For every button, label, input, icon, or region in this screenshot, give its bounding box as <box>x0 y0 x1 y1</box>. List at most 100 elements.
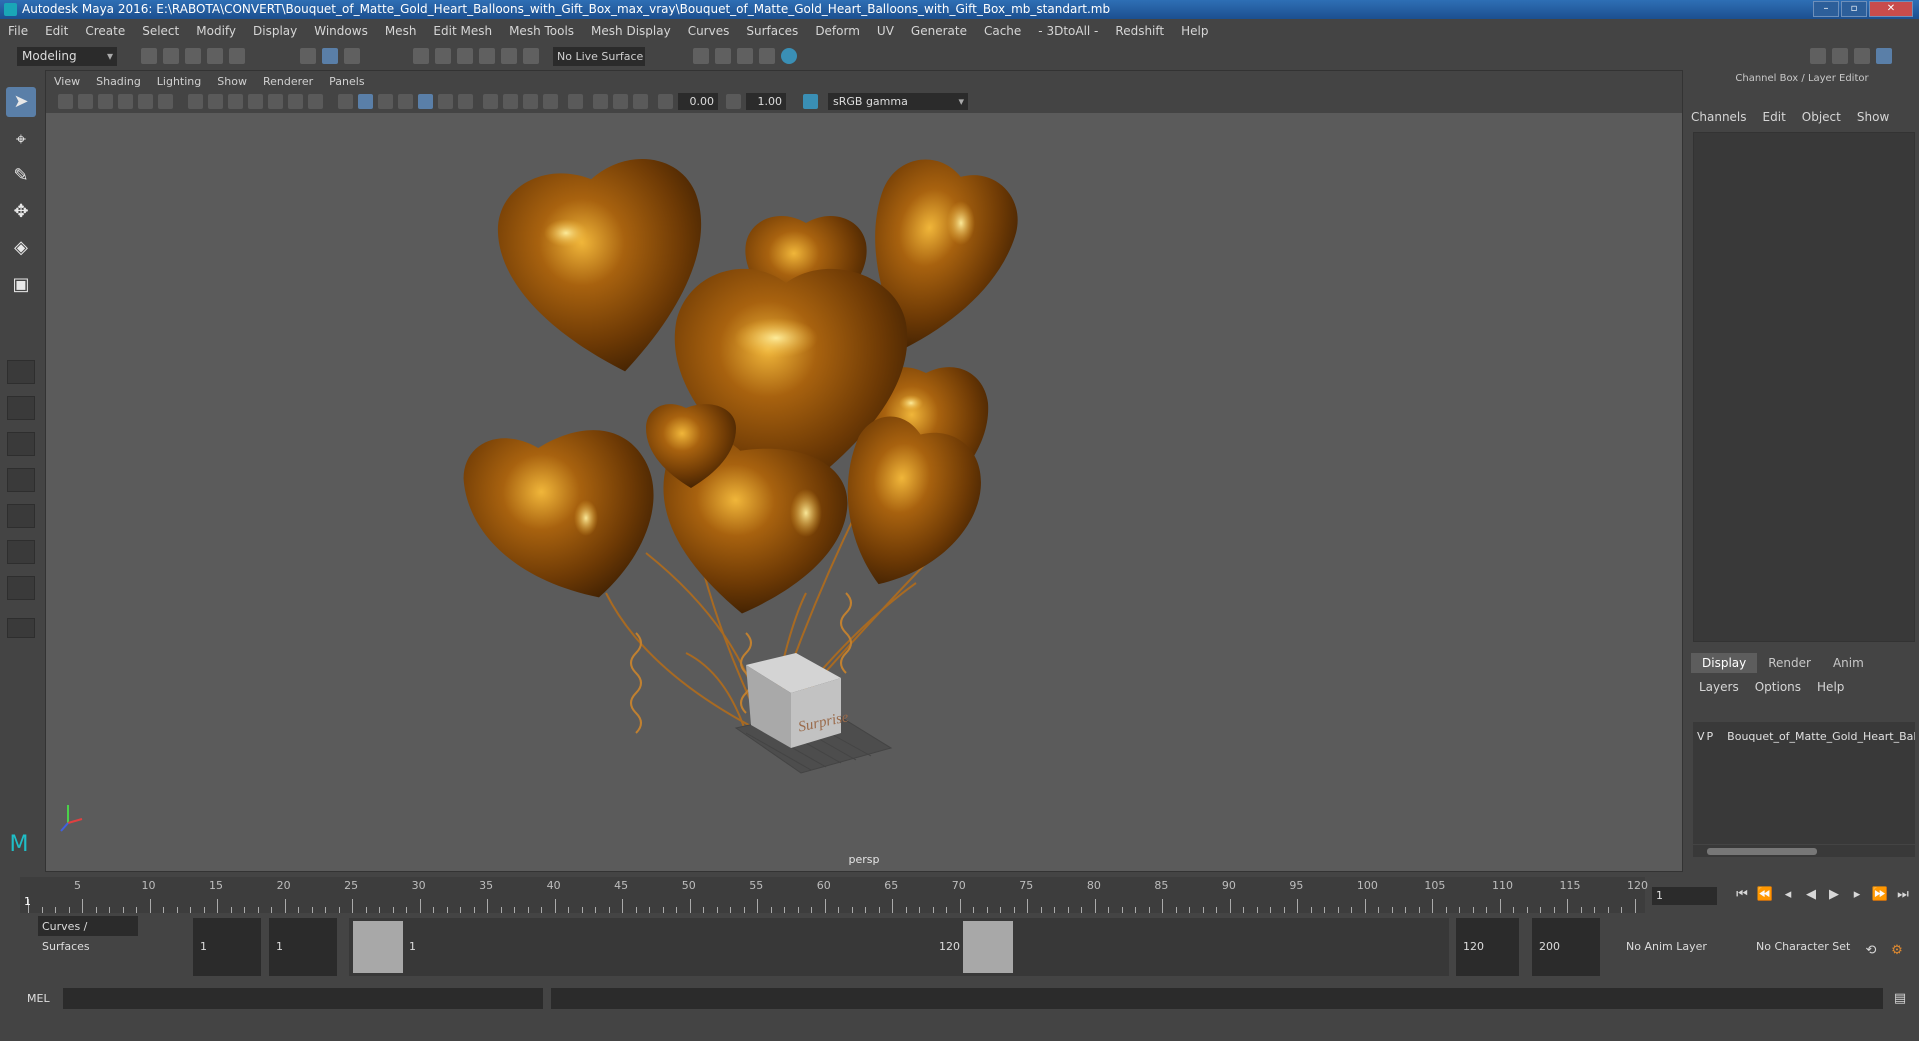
layer-visibility-toggle[interactable]: V <box>1697 730 1705 743</box>
menu-set-dropdown[interactable]: Modeling <box>17 47 117 66</box>
wireframe-on-shaded-icon[interactable] <box>398 94 413 109</box>
menu-3dtoall[interactable]: - 3DtoAll - <box>1038 24 1098 38</box>
script-language-label[interactable]: MEL <box>27 992 50 1005</box>
snap-vertex-icon[interactable] <box>523 48 539 64</box>
screen-space-ao-icon[interactable] <box>483 94 498 109</box>
isolate-select-icon[interactable] <box>568 94 583 109</box>
shadows-icon[interactable] <box>458 94 473 109</box>
menu-windows[interactable]: Windows <box>314 24 368 38</box>
layout-persp-graph-icon[interactable] <box>7 468 35 492</box>
layer-menu-options[interactable]: Options <box>1755 680 1801 694</box>
layer-scrollbar[interactable] <box>1693 845 1915 857</box>
smooth-shade-icon[interactable] <box>358 94 373 109</box>
lasso-tool-icon[interactable]: ⌖ <box>6 125 36 155</box>
vp-menu-show[interactable]: Show <box>217 75 247 88</box>
character-set-dropdown[interactable]: No Character Set <box>1750 918 1870 976</box>
menu-create[interactable]: Create <box>85 24 125 38</box>
menu-modify[interactable]: Modify <box>196 24 236 38</box>
snap-view-plane-icon[interactable] <box>479 48 495 64</box>
select-tool-icon[interactable]: ➤ <box>6 87 36 117</box>
menu-deform[interactable]: Deform <box>815 24 860 38</box>
step-back-key-icon[interactable]: ⏪ <box>1756 886 1774 904</box>
field-chart-icon[interactable] <box>268 94 283 109</box>
vp-menu-shading[interactable]: Shading <box>96 75 141 88</box>
depth-of-field-icon[interactable] <box>543 94 558 109</box>
layout-side-by-side-icon[interactable] <box>7 432 35 456</box>
collapse-toolbox-icon[interactable] <box>7 618 35 638</box>
scale-tool-icon[interactable]: ▣ <box>6 270 36 300</box>
range-slider-track[interactable]: 1 120 <box>349 918 1449 976</box>
menu-cache[interactable]: Cache <box>984 24 1021 38</box>
shelf-tab-dropdown[interactable]: Curves / Surfaces <box>38 916 138 953</box>
layer-menu-layers[interactable]: Layers <box>1699 680 1739 694</box>
menu-file[interactable]: File <box>8 24 28 38</box>
menu-edit[interactable]: Edit <box>45 24 68 38</box>
snap-live-icon[interactable] <box>501 48 517 64</box>
film-gate-icon[interactable] <box>208 94 223 109</box>
menu-mesh[interactable]: Mesh <box>385 24 417 38</box>
bookmark-icon[interactable] <box>98 94 113 109</box>
snap-point-icon[interactable] <box>457 48 473 64</box>
gamma-icon[interactable] <box>726 94 741 109</box>
menu-surfaces[interactable]: Surfaces <box>746 24 798 38</box>
vp-menu-panels[interactable]: Panels <box>329 75 364 88</box>
end-time-field[interactable]: 200 <box>1532 918 1600 976</box>
xray-icon[interactable] <box>593 94 608 109</box>
vp-menu-view[interactable]: View <box>54 75 80 88</box>
camera-attributes-icon[interactable] <box>78 94 93 109</box>
layout-four-icon[interactable] <box>7 396 35 420</box>
go-to-end-icon[interactable]: ⏭ <box>1894 886 1912 904</box>
snap-curve-icon[interactable] <box>435 48 451 64</box>
new-scene-icon[interactable] <box>141 48 157 64</box>
grease-pencil-icon[interactable] <box>158 94 173 109</box>
xray-joints-icon[interactable] <box>633 94 648 109</box>
playback-start-field[interactable]: 1 <box>269 918 337 976</box>
live-surface-field[interactable]: No Live Surface <box>553 47 645 66</box>
paint-select-tool-icon[interactable]: ✎ <box>6 161 36 191</box>
menu-help[interactable]: Help <box>1181 24 1208 38</box>
view-transform-dropdown[interactable]: sRGB gamma <box>828 93 968 110</box>
modeling-toolkit-icon[interactable] <box>1810 48 1826 64</box>
range-end-handle[interactable] <box>963 921 1013 973</box>
layout-extra-icon[interactable] <box>7 576 35 600</box>
play-backward-icon[interactable]: ◀ <box>1802 886 1820 904</box>
default-material-icon[interactable] <box>378 94 393 109</box>
tab-render[interactable]: Render <box>1757 653 1822 673</box>
select-by-object-icon[interactable] <box>322 48 338 64</box>
select-by-hierarchy-icon[interactable] <box>300 48 316 64</box>
redo-icon[interactable] <box>229 48 245 64</box>
undo-icon[interactable] <box>207 48 223 64</box>
cb-menu-show[interactable]: Show <box>1857 110 1889 124</box>
menu-edit-mesh[interactable]: Edit Mesh <box>433 24 492 38</box>
open-scene-icon[interactable] <box>163 48 179 64</box>
layout-persp-outliner-icon[interactable] <box>7 504 35 528</box>
maximize-button[interactable]: ▫ <box>1841 1 1867 17</box>
menu-select[interactable]: Select <box>142 24 179 38</box>
time-slider[interactable]: 1 5 10 15 20 25 30 35 40 45 50 55 60 65 70 75 80 85 90 95 10… <box>20 877 1648 913</box>
attribute-editor-icon[interactable] <box>1832 48 1848 64</box>
command-input[interactable] <box>63 988 543 1009</box>
step-back-frame-icon[interactable]: ◂ <box>1779 886 1797 904</box>
menu-generate[interactable]: Generate <box>911 24 967 38</box>
menu-mesh-display[interactable]: Mesh Display <box>591 24 671 38</box>
script-editor-icon[interactable]: ▤ <box>1891 990 1909 1008</box>
menu-redshift[interactable]: Redshift <box>1115 24 1164 38</box>
safe-action-icon[interactable] <box>288 94 303 109</box>
2d-pan-zoom-icon[interactable] <box>138 94 153 109</box>
render-settings-icon[interactable] <box>759 48 775 64</box>
cb-menu-object[interactable]: Object <box>1802 110 1841 124</box>
vp-menu-lighting[interactable]: Lighting <box>157 75 201 88</box>
playback-end-field[interactable]: 120 <box>1456 918 1519 976</box>
save-scene-icon[interactable] <box>185 48 201 64</box>
scrollbar-thumb[interactable] <box>1707 848 1817 855</box>
color-management-icon[interactable] <box>803 94 818 109</box>
exposure-field[interactable]: 0.00 <box>678 93 718 110</box>
render-frame-icon[interactable] <box>715 48 731 64</box>
exposure-icon[interactable] <box>658 94 673 109</box>
layer-menu-help[interactable]: Help <box>1817 680 1844 694</box>
current-frame-field[interactable]: 1 <box>1652 887 1717 905</box>
tool-settings-icon[interactable] <box>1854 48 1870 64</box>
anim-layer-dropdown[interactable]: No Anim Layer <box>1620 918 1740 976</box>
animation-preferences-icon[interactable]: ⚙ <box>1888 942 1906 960</box>
move-tool-icon[interactable]: ✥ <box>6 197 36 227</box>
